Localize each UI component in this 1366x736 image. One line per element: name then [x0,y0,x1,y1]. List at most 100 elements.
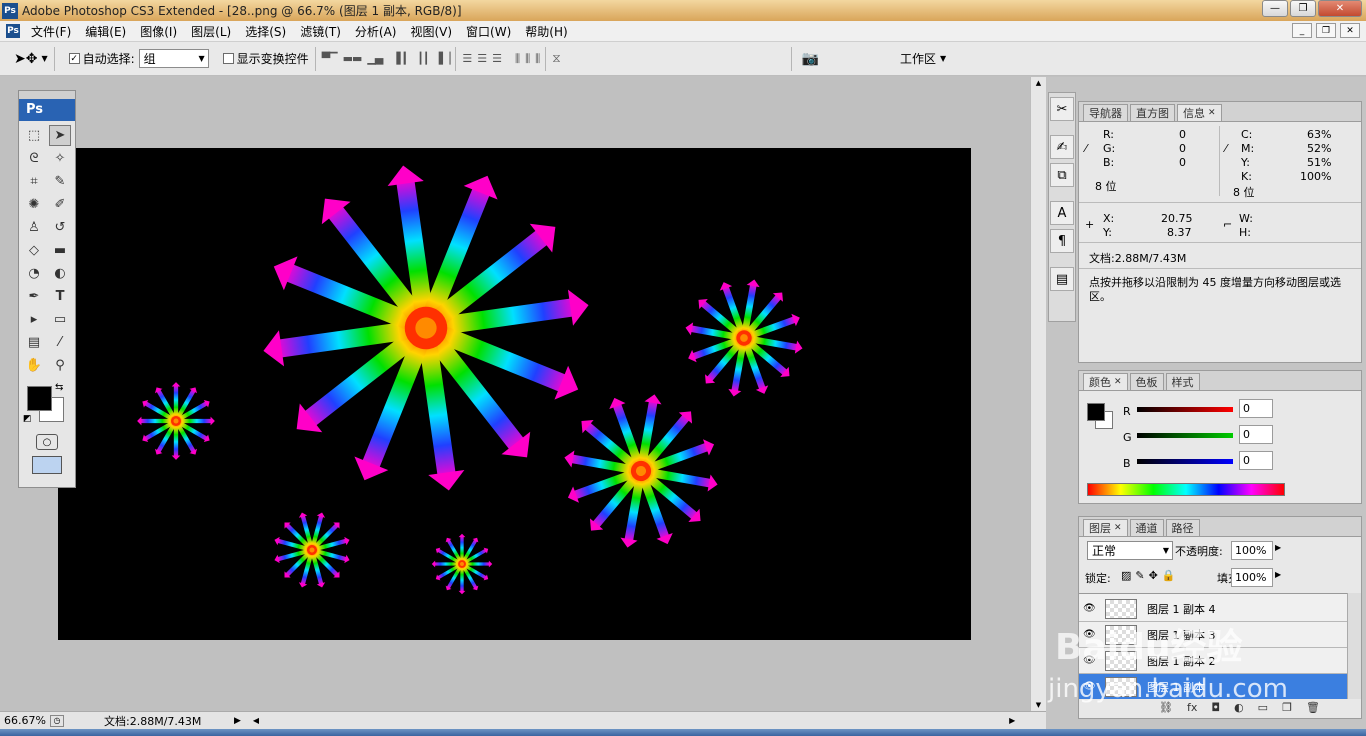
tool-presets-icon[interactable]: ✂ [1050,97,1074,121]
close-tab-icon[interactable]: ✕ [1114,523,1122,533]
align-right-icon[interactable]: ▐▕ [435,52,451,65]
notes-tool-icon[interactable]: ▤ [23,332,45,353]
tab-swatches[interactable]: 色板 [1129,373,1164,390]
dodge-tool-icon[interactable]: ◐ [49,263,71,284]
history-brush-tool-icon[interactable]: ↺ [49,217,71,238]
blue-value-input[interactable]: 0 [1239,451,1273,470]
tab-styles[interactable]: 样式 [1165,373,1200,390]
pen-tool-icon[interactable]: ✒ [23,286,45,307]
tab-navigator[interactable]: 导航器 [1083,104,1128,121]
align-left-icon[interactable]: ▌▎ [396,52,412,65]
tab-color[interactable]: 颜色 ✕ [1083,373,1128,390]
opacity-input[interactable]: 100% [1231,541,1273,560]
eraser-tool-icon[interactable]: ◇ [23,240,45,261]
swap-colors-icon[interactable]: ⇆ [55,382,63,393]
menu-view[interactable]: 视图(V) [403,23,459,40]
workspace-menu[interactable]: 工作区 ▼ [900,50,946,67]
red-value-input[interactable]: 0 [1239,399,1273,418]
scroll-down-icon[interactable]: ▼ [1031,701,1046,709]
maximize-button[interactable]: ❐ [1290,0,1316,17]
blur-tool-icon[interactable]: ◔ [23,263,45,284]
shape-tool-icon[interactable]: ▭ [49,309,71,330]
screen-mode-icon[interactable] [32,456,62,474]
document-canvas[interactable] [58,148,971,640]
distribute-right-icon[interactable]: ⫼ [535,52,540,66]
auto-select-dropdown[interactable]: 组 ▼ [138,49,209,68]
layer-comps-icon[interactable]: ▤ [1050,267,1074,291]
move-tool-preset-button[interactable]: ➤✥ ▼ [14,51,48,67]
scroll-right-icon[interactable]: ▶ [1009,716,1015,725]
align-top-icon[interactable]: ▀▔ [322,52,338,65]
lasso-tool-icon[interactable]: ᘓ [23,148,45,169]
blue-slider[interactable] [1137,459,1233,464]
align-vcenter-icon[interactable]: ▬▬ [343,52,363,65]
red-slider[interactable] [1137,407,1233,412]
auto-align-icon[interactable]: ⧖ [552,51,560,66]
foreground-color-swatch[interactable] [27,386,52,411]
document-icon[interactable]: Ps [6,24,20,38]
menu-filter[interactable]: 滤镜(T) [293,23,348,40]
auto-select-checkbox[interactable]: ✓ [68,53,80,64]
close-tab-icon[interactable]: ✕ [1208,108,1216,118]
crop-tool-icon[interactable]: ⌗ [23,171,45,192]
vertical-scrollbar[interactable]: ▲ ▼ [1030,77,1046,711]
paragraph-icon[interactable]: ¶ [1050,229,1074,253]
doc-close-button[interactable]: ✕ [1340,23,1360,38]
healing-brush-tool-icon[interactable]: ✺ [23,194,45,215]
path-selection-tool-icon[interactable]: ▸ [23,309,45,330]
menu-help[interactable]: 帮助(H) [518,23,574,40]
menu-window[interactable]: 窗口(W) [459,23,518,40]
distribute-hcenter-icon[interactable]: ⫼ [525,52,530,66]
brush-tool-icon[interactable]: ✐ [49,194,71,215]
hand-tool-icon[interactable]: ✋ [23,355,45,376]
blend-mode-dropdown[interactable]: 正常 ▼ [1087,541,1173,560]
foreground-color-swatch[interactable] [1087,403,1105,421]
type-tool-icon[interactable]: T [49,286,71,307]
doc-minimize-button[interactable]: _ [1292,23,1312,38]
tab-paths[interactable]: 路径 [1165,519,1200,536]
tab-histogram[interactable]: 直方图 [1130,104,1175,121]
menu-analysis[interactable]: 分析(A) [348,23,404,40]
doc-restore-button[interactable]: ❐ [1316,23,1336,38]
toolbox-grip[interactable] [19,91,75,99]
color-spectrum-bar[interactable] [1087,483,1285,496]
character-icon[interactable]: A [1050,201,1074,225]
menu-select[interactable]: 选择(S) [238,23,293,40]
green-value-input[interactable]: 0 [1239,425,1273,444]
magic-wand-tool-icon[interactable]: ✧ [49,148,71,169]
clone-stamp-tool-icon[interactable]: ♙ [23,217,45,238]
bridge-icon[interactable]: 📷 [802,51,819,67]
tab-channels[interactable]: 通道 [1129,519,1164,536]
close-tab-icon[interactable]: ✕ [1114,377,1122,387]
close-button[interactable]: ✕ [1318,0,1362,17]
quick-mask-icon[interactable]: ○ [36,434,58,450]
eyedropper-tool-icon[interactable]: ⁄ [49,332,71,353]
menu-file[interactable]: 文件(F) [24,23,78,40]
distribute-top-icon[interactable]: ☰ [462,52,472,66]
eye-icon[interactable]: 👁 [1083,603,1096,614]
align-bottom-icon[interactable]: ▁▄ [367,52,383,65]
show-transform-checkbox[interactable] [222,53,234,64]
trash-icon[interactable]: 🗑 [1306,701,1320,714]
zoom-tool-icon[interactable]: ⚲ [49,355,71,376]
align-hcenter-icon[interactable]: ┃┃ [417,52,429,65]
zoom-level[interactable]: 66.67% [0,714,50,727]
lock-icons[interactable]: ▨✎✥🔒 [1121,569,1180,582]
distribute-bottom-icon[interactable]: ☰ [492,52,502,66]
menu-layer[interactable]: 图层(L) [184,23,238,40]
opacity-slider-arrow-icon[interactable]: ▶ [1275,543,1281,552]
scroll-left-icon[interactable]: ◀ [253,716,259,725]
fill-slider-arrow-icon[interactable]: ▶ [1275,570,1281,579]
status-menu-arrow-icon[interactable]: ▶ [234,716,241,726]
move-tool-icon[interactable]: ➤ [49,125,71,146]
gradient-tool-icon[interactable]: ▬ [49,240,71,261]
menu-edit[interactable]: 编辑(E) [78,23,133,40]
menu-image[interactable]: 图像(I) [133,23,184,40]
minimize-button[interactable]: — [1262,0,1288,17]
fill-input[interactable]: 100% [1231,568,1273,587]
marquee-tool-icon[interactable]: ⬚ [23,125,45,146]
default-colors-icon[interactable]: ◩ [23,414,32,424]
distribute-left-icon[interactable]: ⫼ [515,52,520,66]
tab-layers[interactable]: 图层 ✕ [1083,519,1128,536]
distribute-vcenter-icon[interactable]: ☰ [477,52,487,66]
